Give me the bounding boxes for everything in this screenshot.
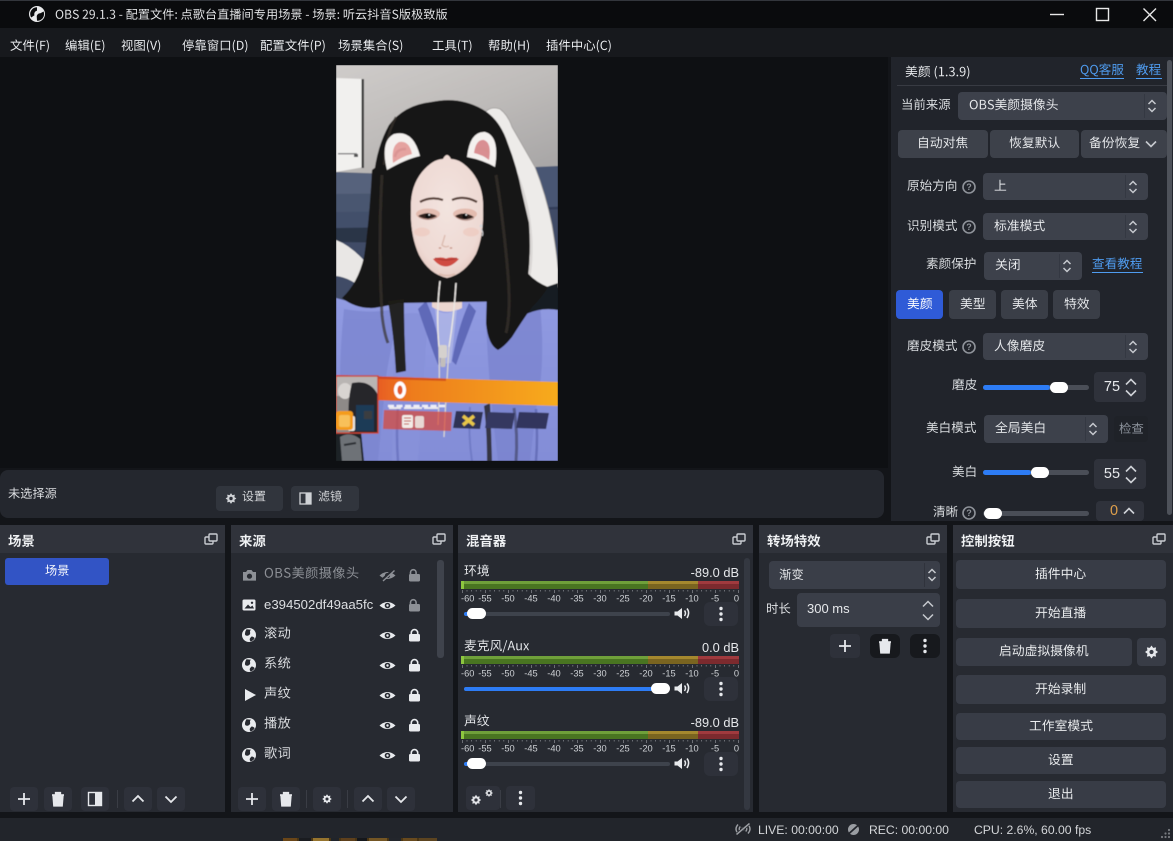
svg-text:-55: -55 <box>478 594 491 604</box>
svg-text:-45: -45 <box>524 669 537 679</box>
svg-text:?: ? <box>966 182 972 192</box>
svg-text:-15: -15 <box>662 669 675 679</box>
svg-text:-25: -25 <box>616 594 629 604</box>
svg-text:-30: -30 <box>593 594 606 604</box>
svg-text:-55: -55 <box>478 744 491 754</box>
svg-text:-35: -35 <box>570 669 583 679</box>
svg-text:-50: -50 <box>501 594 514 604</box>
svg-text:-25: -25 <box>616 744 629 754</box>
svg-text:-35: -35 <box>570 744 583 754</box>
svg-text:-60: -60 <box>461 669 474 679</box>
svg-text:-45: -45 <box>524 594 537 604</box>
svg-text:-10: -10 <box>685 594 698 604</box>
svg-text:?: ? <box>966 222 972 232</box>
svg-text:-50: -50 <box>501 744 514 754</box>
svg-text:-15: -15 <box>662 594 675 604</box>
svg-text:-25: -25 <box>616 669 629 679</box>
svg-text:-20: -20 <box>639 669 652 679</box>
svg-text:-20: -20 <box>639 594 652 604</box>
svg-text:-40: -40 <box>547 744 560 754</box>
svg-text:-40: -40 <box>547 594 560 604</box>
svg-text:-10: -10 <box>685 744 698 754</box>
svg-text:-30: -30 <box>593 669 606 679</box>
svg-text:-15: -15 <box>662 744 675 754</box>
svg-text:-60: -60 <box>461 744 474 754</box>
svg-text:-55: -55 <box>478 669 491 679</box>
svg-text:-30: -30 <box>593 744 606 754</box>
svg-text:-35: -35 <box>570 594 583 604</box>
svg-text:?: ? <box>966 508 972 518</box>
svg-text:-40: -40 <box>547 669 560 679</box>
svg-text:-10: -10 <box>685 669 698 679</box>
svg-text:?: ? <box>966 342 972 352</box>
svg-text:-50: -50 <box>501 669 514 679</box>
svg-text:-20: -20 <box>639 744 652 754</box>
svg-text:-60: -60 <box>461 594 474 604</box>
svg-text:-45: -45 <box>524 744 537 754</box>
